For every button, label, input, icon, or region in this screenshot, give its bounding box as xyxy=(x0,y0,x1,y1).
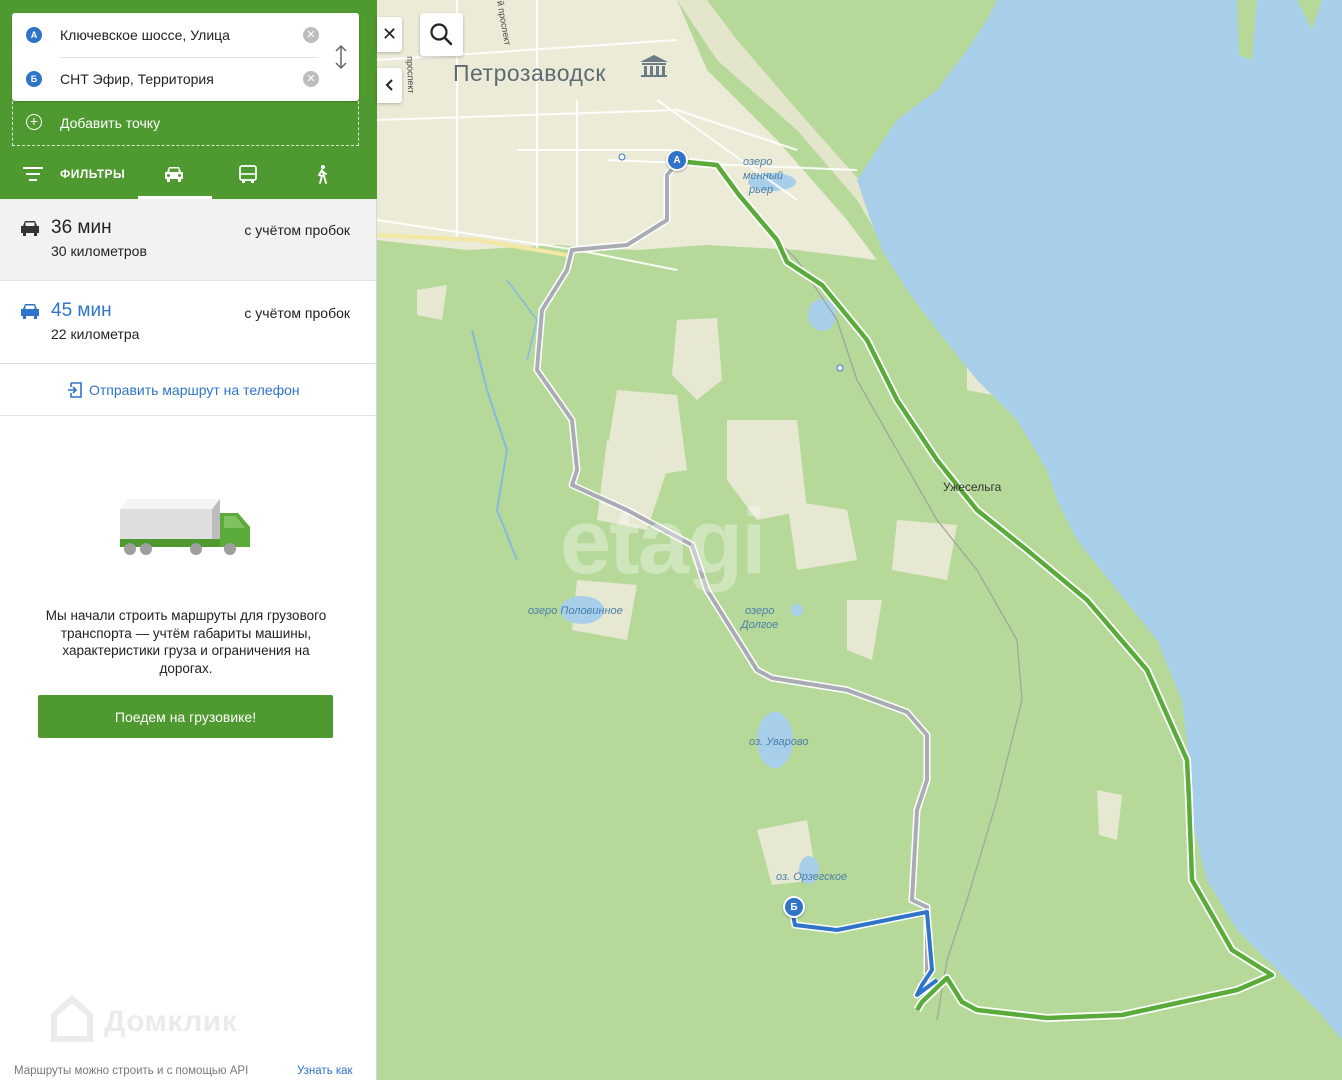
car-icon xyxy=(21,221,39,236)
lake-label: оз. Орзегское xyxy=(776,871,848,883)
map-canvas[interactable] xyxy=(377,0,1342,1080)
tab-walk[interactable] xyxy=(286,152,360,199)
point-a-row[interactable]: А Ключевское шоссе, Улица ✕ xyxy=(12,13,359,57)
route-option-1[interactable]: 36 мин 30 километров с учётом пробок xyxy=(0,199,376,281)
route-distance: 22 километра xyxy=(51,326,140,342)
rail-station-icon xyxy=(618,153,626,161)
rail-station-icon xyxy=(836,364,844,372)
lake-label: озеро xyxy=(745,605,775,617)
collapse-panel-button[interactable] xyxy=(377,68,402,103)
send-route-label: Отправить маршрут на телефон xyxy=(89,382,300,398)
clear-point-a-button[interactable]: ✕ xyxy=(303,27,319,43)
api-learn-more-link[interactable]: Узнать как xyxy=(297,1065,353,1077)
search-icon xyxy=(430,23,453,46)
plus-circle-icon: + xyxy=(26,114,42,130)
point-b-row[interactable]: Б СНТ Эфир, Территория ✕ xyxy=(12,57,359,101)
lake-label: менный xyxy=(743,170,783,182)
route-panel-header: А Ключевское шоссе, Улица ✕ Б СНТ Эфир, … xyxy=(0,0,377,199)
lake-label: Долгое xyxy=(741,619,779,631)
point-b-map-marker[interactable]: Б xyxy=(783,896,805,918)
lake-label: оз. Уварово xyxy=(749,736,809,748)
send-to-phone-icon xyxy=(68,382,82,398)
transport-tabs: ФИЛЬТРЫ xyxy=(0,152,377,199)
walk-icon xyxy=(317,165,327,184)
chevron-left-icon xyxy=(385,79,393,91)
lake-label: озеро Половинное xyxy=(528,605,623,617)
route-time: 45 мин xyxy=(51,300,112,321)
add-point-label: Добавить точку xyxy=(60,115,161,131)
point-a-input[interactable]: Ключевское шоссе, Улица xyxy=(60,27,230,43)
domclick-logo-icon xyxy=(51,994,93,1042)
car-icon xyxy=(165,167,183,182)
api-note: Маршруты можно строить и с помощью API xyxy=(14,1065,249,1077)
route-panel: А Ключевское шоссе, Улица ✕ Б СНТ Эфир, … xyxy=(0,0,377,1080)
send-route-to-phone-link[interactable]: Отправить маршрут на телефон xyxy=(0,365,376,416)
route-distance: 30 километров xyxy=(51,243,147,259)
filter-icon xyxy=(23,167,43,181)
truck-illustration-icon xyxy=(120,499,250,555)
settlement-label: Ужесельга xyxy=(943,480,1002,494)
car-icon xyxy=(21,304,39,319)
bus-icon xyxy=(239,165,257,183)
truck-route-button[interactable]: Поедем на грузовике! xyxy=(38,695,333,738)
truck-promo-text: Мы начали строить маршруты для грузового… xyxy=(45,608,327,676)
route-points-box: А Ключевское шоссе, Улица ✕ Б СНТ Эфир, … xyxy=(12,13,359,101)
tab-car[interactable] xyxy=(138,152,212,199)
tab-bus[interactable] xyxy=(212,152,286,199)
close-panel-button[interactable]: ✕ xyxy=(377,17,402,52)
map-search-button[interactable] xyxy=(420,13,463,56)
swap-points-icon[interactable] xyxy=(331,43,351,71)
etagi-watermark: etagi xyxy=(560,491,767,593)
lake-label: озеро xyxy=(743,156,773,168)
point-a-marker-icon: А xyxy=(26,27,42,43)
route-traffic-note: с учётом пробок xyxy=(244,222,350,238)
point-b-input[interactable]: СНТ Эфир, Территория xyxy=(60,71,214,87)
lake-label: рьер xyxy=(749,184,774,196)
add-point-button[interactable]: + Добавить точку xyxy=(12,101,359,146)
city-label: Петрозаводск xyxy=(453,60,606,86)
route-traffic-note: с учётом пробок xyxy=(244,305,350,321)
filters-label: ФИЛЬТРЫ xyxy=(60,167,126,181)
clear-point-b-button[interactable]: ✕ xyxy=(303,71,319,87)
road-label: проспект xyxy=(405,56,417,94)
point-a-map-marker[interactable]: А xyxy=(666,149,688,171)
point-b-marker-icon: Б xyxy=(26,71,42,87)
map-view[interactable]: etagi Петрозаводск озеро менный рьер Уже… xyxy=(377,0,1342,1080)
domclick-watermark: Домклик xyxy=(48,993,237,1050)
route-time: 36 мин xyxy=(51,217,112,238)
tab-filters[interactable]: ФИЛЬТРЫ xyxy=(0,152,138,199)
domclick-watermark-text: Домклик xyxy=(104,1005,238,1038)
route-option-2[interactable]: 45 мин 22 километра с учётом пробок xyxy=(0,282,376,364)
